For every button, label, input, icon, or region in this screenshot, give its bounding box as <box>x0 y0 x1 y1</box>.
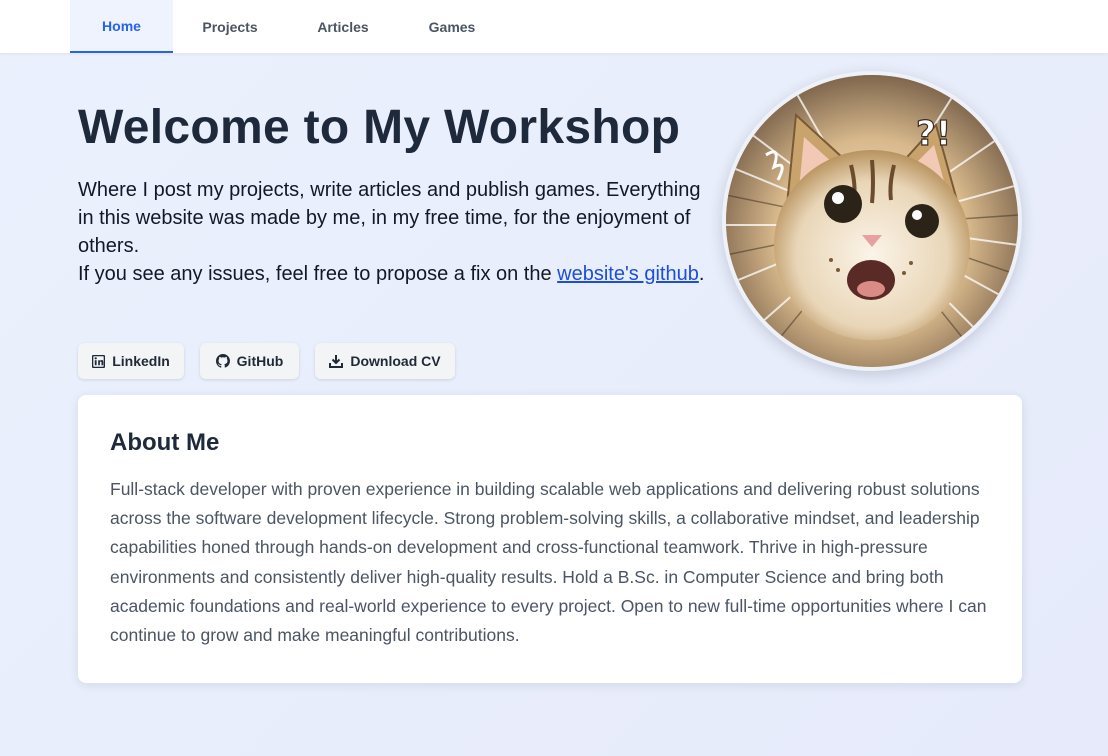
linkedin-button-label: LinkedIn <box>112 353 170 369</box>
tab-projects[interactable]: Projects <box>173 0 287 53</box>
linkedin-button[interactable]: LinkedIn <box>78 343 184 379</box>
about-text: Full-stack developer with proven experie… <box>110 479 987 646</box>
linkedin-icon <box>92 354 106 368</box>
top-navigation: Home Projects Articles Games <box>0 0 1108 54</box>
tab-games[interactable]: Games <box>399 0 505 53</box>
github-icon <box>215 354 230 368</box>
nav-tabs: Home Projects Articles Games <box>70 0 505 53</box>
about-card: About Me Full-stack developer with prove… <box>78 395 1022 683</box>
avatar: ?! <box>722 71 1022 371</box>
hero-description-prefix: If you see any issues, feel free to prop… <box>78 263 558 285</box>
download-cv-button[interactable]: Download CV <box>315 343 455 379</box>
avatar-overlay-text: ?! <box>916 114 951 154</box>
tab-home[interactable]: Home <box>70 0 173 53</box>
github-button-label: GitHub <box>236 353 284 369</box>
surprised-cat-image: ?! <box>726 75 1018 367</box>
download-icon <box>329 354 344 368</box>
hero-description-intro: Where I post my projects, write articles… <box>78 179 701 257</box>
github-button[interactable]: GitHub <box>200 343 299 379</box>
hero-description-suffix: . <box>698 263 705 285</box>
download-cv-button-label: Download CV <box>350 353 441 369</box>
tab-articles[interactable]: Articles <box>287 0 399 53</box>
website-github-link[interactable]: website's github <box>557 263 699 285</box>
page-title: Welcome to My Workshop <box>78 101 681 154</box>
hero-description: Where I post my projects, write articles… <box>78 176 708 288</box>
about-title: About Me <box>110 429 220 456</box>
